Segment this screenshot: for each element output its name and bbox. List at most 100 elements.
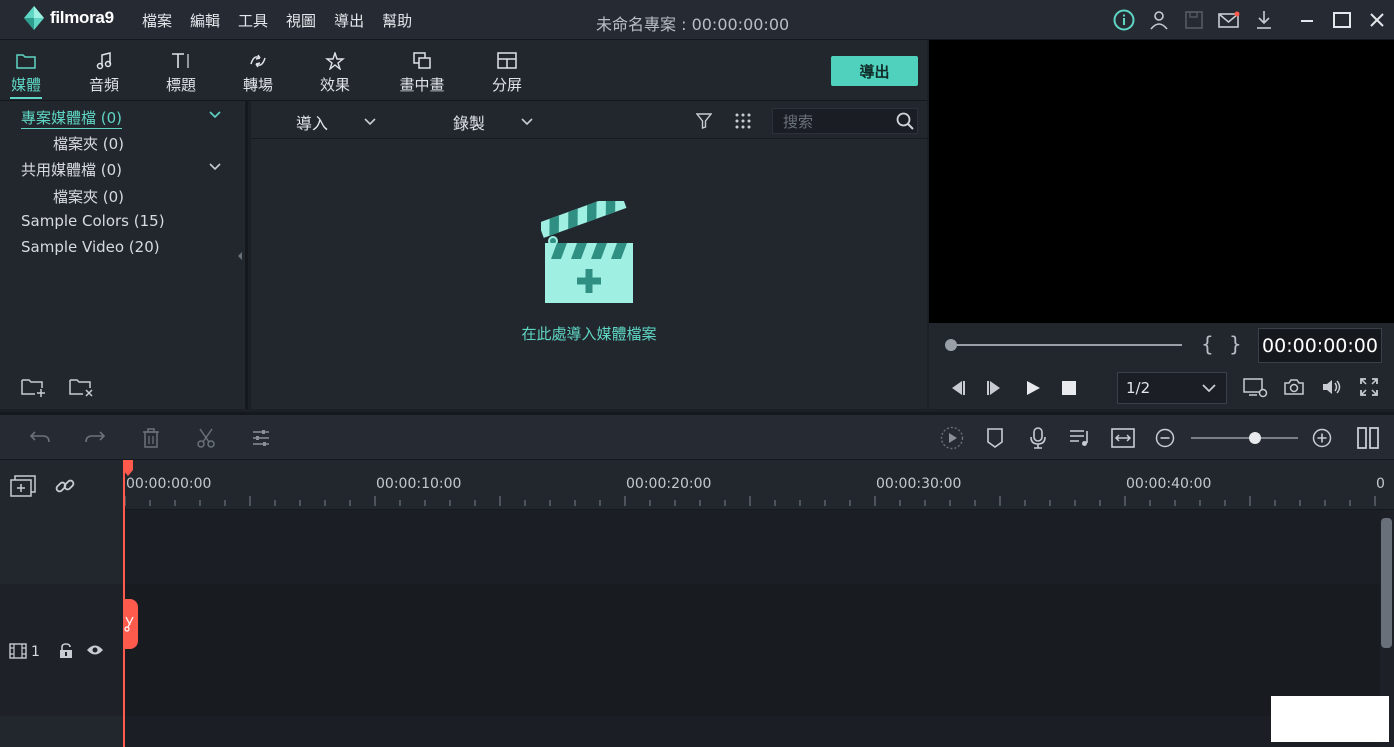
app-logo: filmora9	[24, 6, 114, 30]
menu-edit[interactable]: 編輯	[190, 10, 220, 31]
preview-scrub-handle[interactable]	[945, 339, 957, 351]
tab-pip[interactable]: 畫中畫	[395, 40, 449, 101]
minimize-icon[interactable]	[1289, 0, 1324, 40]
library-item-project-media[interactable]: 專案媒體檔 (0)	[21, 107, 123, 129]
library-item-shared-folder[interactable]: 檔案夾 (0)	[53, 186, 124, 207]
library-item-sample-colors[interactable]: Sample Colors (15)	[21, 212, 165, 230]
play-icon[interactable]	[1025, 380, 1041, 396]
menu-help[interactable]: 幫助	[382, 10, 412, 31]
redo-icon[interactable]	[75, 415, 115, 461]
account-icon[interactable]	[1141, 0, 1176, 40]
search-icon[interactable]	[896, 112, 914, 130]
mail-icon[interactable]	[1211, 0, 1246, 40]
tab-media[interactable]: 媒體	[4, 40, 48, 101]
text-title-icon	[172, 53, 189, 68]
pip-icon	[413, 52, 431, 69]
adjust-settings-icon[interactable]	[241, 415, 281, 461]
preview-quality-value: 1/2	[1126, 379, 1151, 397]
zoom-slider[interactable]	[1191, 437, 1298, 439]
tab-effects[interactable]: 效果	[313, 40, 357, 101]
add-track-icon[interactable]	[10, 475, 36, 497]
undo-icon[interactable]	[20, 415, 60, 461]
tab-titles[interactable]: 標題	[159, 40, 203, 101]
delete-folder-icon[interactable]	[69, 376, 95, 398]
timeline-layout-icon[interactable]	[1348, 415, 1388, 461]
music-note-icon	[96, 52, 112, 70]
marker-icon[interactable]	[975, 415, 1015, 461]
download-icon[interactable]	[1246, 0, 1281, 40]
maximize-icon[interactable]	[1324, 0, 1359, 40]
overlay-panel	[1271, 696, 1389, 742]
import-media-hint[interactable]: 在此處導入媒體檔案	[251, 323, 927, 344]
tab-audio[interactable]: 音頻	[82, 40, 126, 101]
audio-mixer-icon[interactable]	[1060, 415, 1100, 461]
volume-icon[interactable]	[1322, 379, 1342, 395]
filter-icon[interactable]	[696, 113, 712, 129]
fullscreen-icon[interactable]	[1360, 378, 1378, 396]
filmora-logo-icon	[24, 6, 44, 30]
link-icon[interactable]	[54, 475, 76, 497]
mark-out-button[interactable]: }	[1229, 332, 1242, 356]
save-icon[interactable]	[1176, 0, 1211, 40]
tab-label: 分屏	[491, 76, 522, 94]
grid-view-icon[interactable]	[735, 113, 751, 129]
menu-file[interactable]: 檔案	[142, 10, 172, 31]
tab-label: 畫中畫	[399, 76, 445, 94]
record-label: 錄製	[453, 114, 486, 133]
chevron-down-icon[interactable]	[209, 111, 221, 119]
eye-visibility-icon[interactable]	[86, 644, 104, 656]
clapperboard-import-icon[interactable]	[541, 201, 637, 305]
preview-timecode: 00:00:00:00	[1258, 328, 1382, 363]
tab-split-screen[interactable]: 分屏	[485, 40, 529, 101]
media-toolbar: 導入 錄製 搜索	[251, 101, 927, 139]
library-item-sample-video[interactable]: Sample Video (20)	[21, 238, 160, 256]
display-settings-icon[interactable]	[1243, 378, 1269, 398]
record-dropdown[interactable]: 錄製	[453, 110, 533, 134]
delete-icon[interactable]	[131, 415, 171, 461]
close-icon[interactable]	[1359, 0, 1394, 40]
split-scissors-icon	[124, 616, 134, 632]
mark-in-button[interactable]: {	[1201, 332, 1214, 356]
lock-icon[interactable]	[59, 643, 73, 659]
logo-text: filmora9	[50, 8, 114, 27]
cut-scissors-icon[interactable]	[186, 415, 226, 461]
zoom-in-icon[interactable]	[1302, 415, 1342, 461]
chevron-down-icon	[521, 118, 533, 126]
info-icon[interactable]	[1106, 0, 1141, 40]
track-headers: 1	[0, 460, 123, 747]
library-item-shared-media[interactable]: 共用媒體檔 (0)	[21, 159, 122, 180]
chevron-down-icon	[1202, 384, 1216, 393]
preview-quality-select[interactable]: 1/2	[1117, 372, 1227, 404]
menu-view[interactable]: 視圖	[286, 10, 316, 31]
new-folder-icon[interactable]	[21, 376, 47, 398]
effects-star-icon	[325, 52, 345, 70]
title-bar: filmora9 檔案 編輯 工具 視圖 導出 幫助 未命名專案 : 00:00…	[0, 0, 1394, 40]
stop-icon[interactable]	[1061, 380, 1077, 396]
voiceover-mic-icon[interactable]	[1018, 415, 1058, 461]
render-preview-icon[interactable]	[932, 415, 972, 461]
zoom-out-icon[interactable]	[1145, 415, 1185, 461]
collapse-panel-icon[interactable]	[237, 251, 243, 261]
playhead-handle-icon[interactable]	[123, 460, 133, 476]
media-tabs-bar: 媒體 音頻 標題 轉場 效果 畫中畫 分屏	[0, 40, 927, 101]
chevron-down-icon[interactable]	[209, 163, 221, 171]
zoom-to-fit-icon[interactable]	[1103, 415, 1143, 461]
video-track-1-lane[interactable]	[123, 584, 1380, 716]
tab-label: 標題	[165, 76, 196, 94]
timeline-track-area[interactable]	[123, 510, 1380, 747]
tab-transitions[interactable]: 轉場	[236, 40, 280, 101]
preview-panel: { } 00:00:00:00 1/2	[929, 40, 1394, 409]
zoom-slider-handle[interactable]	[1249, 432, 1261, 444]
import-dropdown[interactable]: 導入	[296, 110, 376, 134]
preview-scrub-track[interactable]	[950, 344, 1182, 346]
next-frame-icon[interactable]	[986, 380, 1004, 396]
snapshot-camera-icon[interactable]	[1284, 378, 1304, 396]
menu-tools[interactable]: 工具	[238, 10, 268, 31]
export-button[interactable]: 導出	[831, 56, 918, 86]
library-item-project-folder[interactable]: 檔案夾 (0)	[53, 133, 124, 154]
timeline-ruler[interactable]: 00:00:00:00 00:00:10:00 00:00:20:00 00:0…	[123, 460, 1394, 510]
timeline-scroll-thumb[interactable]	[1381, 518, 1392, 648]
playhead-split-button[interactable]	[123, 599, 138, 649]
previous-frame-icon[interactable]	[948, 380, 966, 396]
menu-export[interactable]: 導出	[334, 10, 364, 31]
